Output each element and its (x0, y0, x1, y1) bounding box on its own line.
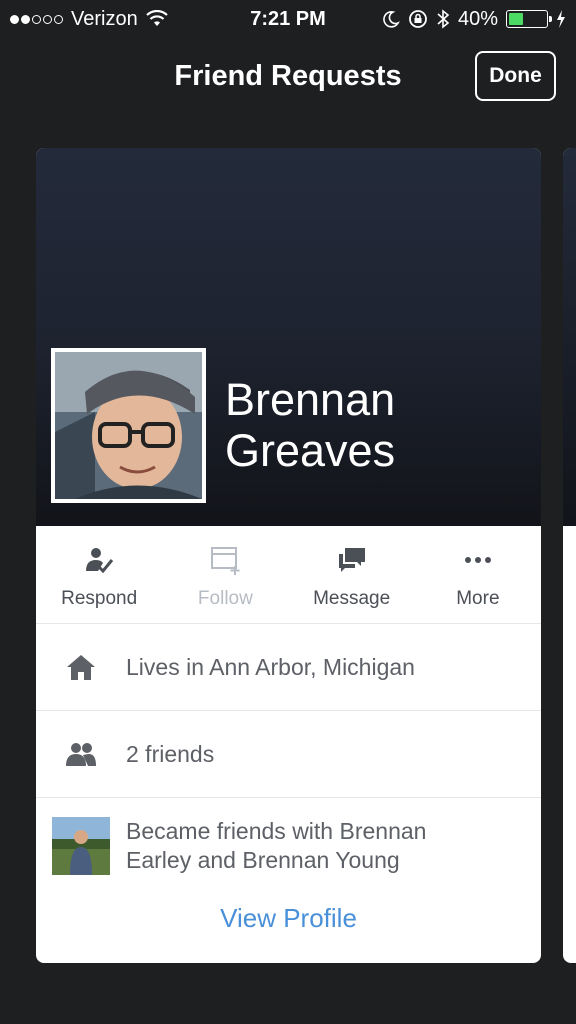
activity-text-line2: Earley and Brennan Young (126, 846, 400, 873)
battery-icon (506, 10, 552, 28)
message-label: Message (313, 588, 391, 609)
follow-label: Follow (197, 588, 253, 609)
location-text: Lives in Ann Arbor, Michigan (126, 653, 415, 680)
bluetooth-icon (437, 9, 450, 29)
profile-name[interactable]: Brennan Greaves (225, 374, 525, 476)
follow-icon (211, 547, 240, 575)
carrier-name: Verizon (71, 7, 138, 30)
more-label: More (456, 588, 500, 609)
respond-icon (86, 548, 114, 574)
battery-percent: 40% (457, 7, 498, 30)
message-button[interactable]: Message (289, 526, 415, 623)
location-row: Lives in Ann Arbor, Michigan (36, 624, 541, 711)
moon-icon (383, 11, 400, 28)
home-icon (67, 655, 95, 680)
friends-text: 2 friends (126, 740, 215, 767)
more-button[interactable]: More (415, 526, 541, 623)
friend-request-card: Brennan Greaves Respond Follow Message M… (36, 148, 541, 963)
respond-label: Respond (61, 588, 138, 609)
wifi-icon (145, 10, 168, 26)
activity-photo (52, 816, 110, 875)
follow-button[interactable]: Follow (162, 526, 288, 623)
battery-level (509, 13, 524, 25)
friends-icon (66, 743, 96, 766)
recent-activity-row[interactable]: Became friends with Brennan Earley and B… (36, 798, 541, 893)
activity-text-line1: Became friends with Brennan (126, 817, 427, 844)
status-left: Verizon (10, 8, 168, 31)
profile-photo-image (55, 352, 202, 499)
friends-row[interactable]: 2 friends (36, 711, 541, 798)
status-right: 40% (382, 8, 566, 31)
status-bar: Verizon 7:21 PM 40% (0, 0, 576, 38)
last-name: Greaves (225, 425, 396, 476)
next-friend-request-card[interactable] (563, 148, 576, 963)
first-name: Brennan (225, 374, 396, 425)
action-bar: Respond Follow Message More (36, 526, 541, 624)
rotation-lock-icon (409, 10, 427, 28)
more-icon (464, 557, 491, 563)
view-profile-link[interactable]: View Profile (36, 893, 541, 934)
cover-photo: Brennan Greaves (36, 148, 541, 526)
charging-bolt-icon (557, 10, 565, 28)
nav-bar: Friend Requests Done (0, 40, 576, 116)
signal-strength-icon (10, 14, 63, 24)
profile-photo[interactable] (51, 348, 206, 503)
respond-button[interactable]: Respond (36, 526, 162, 623)
done-button[interactable]: Done (475, 51, 556, 101)
message-icon (338, 548, 365, 572)
activity-text: Became friends with Brennan Earley and B… (126, 817, 426, 875)
